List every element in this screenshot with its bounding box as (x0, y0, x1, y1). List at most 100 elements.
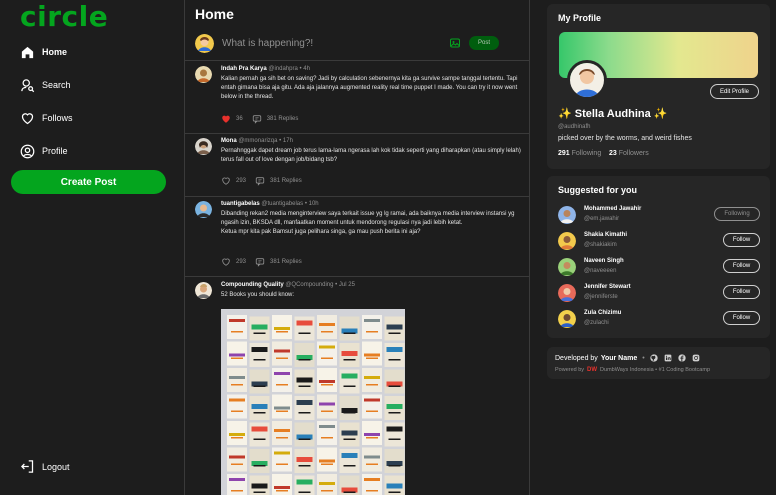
followers-count[interactable]: 23 (609, 150, 617, 157)
thread-item[interactable]: Compounding Quality @QCompounding • Jul … (185, 278, 529, 495)
reply-count[interactable]: 381 Replies (267, 116, 299, 122)
follow-button[interactable]: Follow (723, 259, 760, 273)
reply-count[interactable]: 381 Replies (270, 178, 302, 184)
post-image[interactable] (221, 309, 405, 495)
thread-stats: 293 381 Replies (221, 257, 302, 267)
nav-item-profile[interactable]: Profile (20, 143, 73, 159)
thread-header: tuantigabelas @tuantigabelas • 10h (221, 201, 319, 207)
book-cover-title-band (274, 327, 290, 330)
follow-button[interactable]: Follow (723, 233, 760, 247)
following-button[interactable]: Following (714, 207, 760, 221)
avatar (195, 282, 212, 299)
book-cover-author-line (276, 331, 288, 333)
suggested-user-name[interactable]: Zula Chizimu (584, 310, 621, 316)
avatar[interactable] (558, 310, 576, 328)
comment-icon[interactable] (252, 114, 262, 124)
avatar[interactable] (558, 284, 576, 302)
nav-item-search[interactable]: Search (20, 77, 73, 93)
comment-icon[interactable] (255, 257, 265, 267)
instagram-icon[interactable] (692, 354, 700, 362)
facebook-icon[interactable] (678, 354, 686, 362)
thread-item[interactable]: Mona @mmonarizqa • 17h Pernahnggak dapet… (185, 134, 529, 197)
heart-icon[interactable] (221, 176, 231, 186)
book-cover-title-band (274, 486, 290, 489)
avatar[interactable] (558, 258, 576, 276)
comment-icon[interactable] (255, 176, 265, 186)
book-cover (317, 315, 337, 339)
book-cover-author-line (321, 384, 333, 386)
profile-avatar[interactable] (567, 60, 607, 100)
book-cover-title-band (364, 433, 380, 436)
heart-icon[interactable] (221, 257, 231, 267)
book-cover-author-line (321, 490, 333, 492)
thread-time: 17h (282, 138, 293, 144)
book-cover (294, 396, 315, 420)
book-cover-title-band (386, 404, 403, 409)
powered-by: Powered by DW DumbWays Indonesia • #1 Co… (555, 367, 710, 373)
follow-stats: 291 Following 23 Followers (558, 150, 649, 157)
book-cover (272, 368, 292, 392)
heart-icon (21, 112, 34, 124)
book-cover (272, 474, 292, 495)
avatar[interactable] (558, 232, 576, 250)
following-label[interactable]: Following (572, 150, 602, 157)
reply-count[interactable]: 381 Replies (270, 259, 302, 265)
book-cover-author-line (388, 385, 401, 387)
composer-input[interactable] (222, 36, 422, 50)
follow-button[interactable]: Follow (723, 285, 760, 299)
thread-author[interactable]: Indah Pra Karya (221, 66, 267, 72)
app-logo[interactable]: circle (20, 0, 108, 33)
book-cover (227, 315, 247, 339)
followers-label[interactable]: Followers (619, 150, 649, 157)
thread-handle: @QCompounding (285, 282, 334, 288)
follow-button[interactable]: Follow (723, 311, 760, 325)
book-cover-author-line (276, 410, 288, 412)
thread-text: Dibanding rekan2 media menginterview say… (221, 210, 521, 237)
book-cover-author-line (388, 359, 401, 361)
github-icon[interactable] (650, 354, 658, 362)
book-cover-author-line (366, 463, 378, 465)
heart-filled-icon[interactable] (221, 114, 231, 124)
image-upload-icon[interactable] (449, 37, 461, 49)
suggested-user: Jennifer Stewart @jenniferste Follow (558, 282, 760, 304)
following-count[interactable]: 291 (558, 150, 570, 157)
book-cover-title-band (319, 402, 335, 406)
suggested-user: Shakia Kimathi @shakiakim Follow (558, 230, 760, 252)
edit-profile-button[interactable]: Edit Profile (710, 84, 759, 99)
separator: • (642, 354, 645, 362)
nav-item-home[interactable]: Home (20, 44, 73, 60)
suggested-user-name[interactable]: Shakia Kimathi (584, 232, 627, 238)
book-cover-author-line (366, 331, 378, 333)
book-cover (384, 422, 405, 447)
suggested-user-name[interactable]: Naveen Singh (584, 258, 624, 264)
book-cover-title-band (319, 380, 335, 383)
powered-by-label: Powered by (555, 367, 585, 373)
thread-item[interactable]: tuantigabelas @tuantigabelas • 10h Diban… (185, 197, 529, 277)
book-cover-title-band (229, 376, 245, 379)
book-cover-author-line (343, 491, 356, 493)
nav-item-follows[interactable]: Follows (20, 110, 73, 126)
suggestions-card: Suggested for you Mohammed Jawahir @em.j… (547, 176, 770, 338)
avatar[interactable] (558, 206, 576, 224)
thread-author[interactable]: Compounding Quality (221, 282, 284, 288)
feed: Home Post Indah Pra Karya @indahpra • 4h… (184, 0, 530, 495)
post-button[interactable]: Post (469, 36, 499, 50)
thread-item[interactable]: Indah Pra Karya @indahpra • 4h Kalian pe… (185, 62, 529, 134)
logout-button[interactable]: Logout (20, 459, 70, 474)
book-cover-author-line (366, 490, 378, 492)
book-cover-title-band (364, 478, 380, 481)
book-cover-title-band (296, 457, 313, 462)
book-cover-author-line (231, 331, 243, 333)
create-post-button[interactable]: Create Post (11, 170, 166, 194)
book-cover (317, 341, 337, 366)
main-nav: Home Search Follows Profile (20, 44, 73, 176)
suggested-user-name[interactable]: Jennifer Stewart (584, 284, 631, 290)
thread-author[interactable]: Mona (221, 138, 237, 144)
book-cover-author-line (321, 331, 333, 333)
book-cover-title-band (364, 455, 380, 459)
book-cover-title-band (386, 483, 403, 489)
thread-author[interactable]: tuantigabelas (221, 201, 260, 207)
post-composer: Post (185, 28, 529, 61)
suggested-user-name[interactable]: Mohammed Jawahir (584, 206, 641, 212)
linkedin-icon[interactable] (664, 354, 672, 362)
